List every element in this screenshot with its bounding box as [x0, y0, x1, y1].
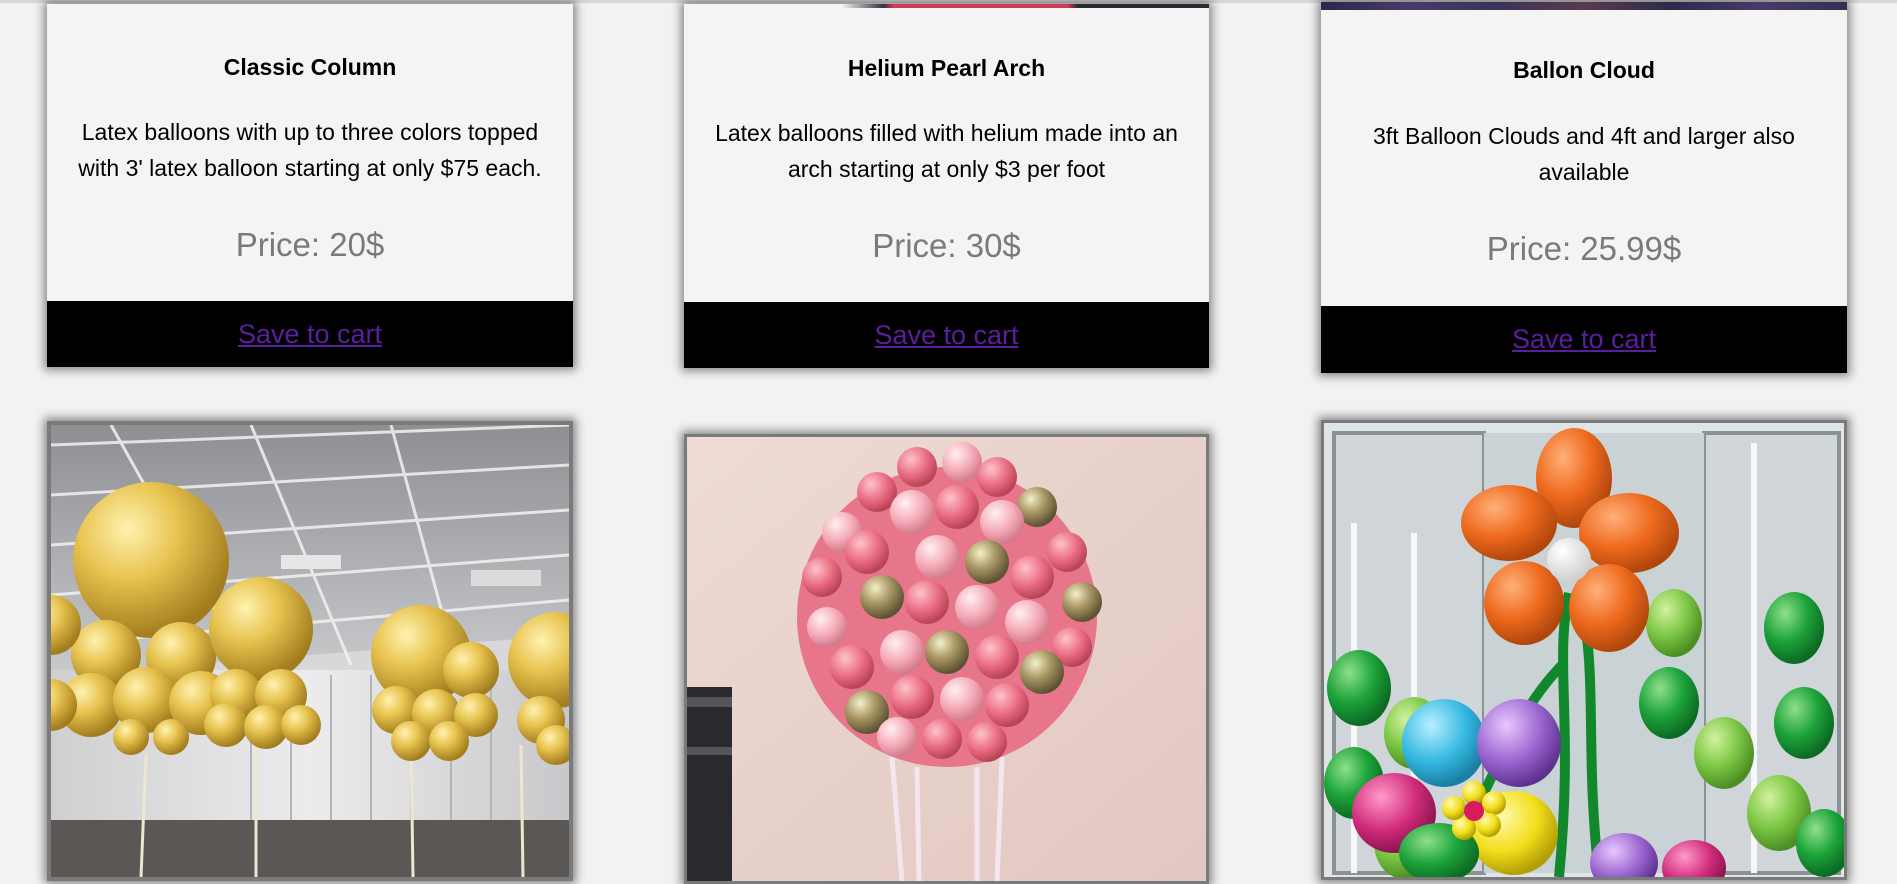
product-image-pink-gold-balloon-ball[interactable] [684, 434, 1209, 884]
product-image-gold-balloon-columns[interactable] [47, 421, 573, 881]
product-price: Price: 20$ [235, 226, 385, 263]
cart-bar: Save to cart [1321, 306, 1847, 373]
balloon-flower-bouquet-illustration [1324, 423, 1844, 877]
product-title: Helium Pearl Arch [847, 55, 1046, 81]
gold-balloon-columns-illustration [51, 425, 569, 877]
product-title: Ballon Cloud [1513, 57, 1655, 83]
product-description: 3ft Balloon Clouds and 4ft and larger al… [1373, 123, 1795, 185]
product-title: Classic Column [223, 54, 397, 80]
photo-edge-strip [1321, 2, 1847, 10]
product-description: Latex balloons filled with helium made i… [715, 120, 1178, 182]
product-card-helium-pearl-arch: Helium Pearl Arch Latex balloons filled … [684, 4, 1209, 368]
product-image-balloon-flower-bouquet[interactable] [1321, 420, 1847, 880]
product-price: Price: 25.99$ [1486, 230, 1682, 267]
cart-bar: Save to cart [684, 302, 1209, 368]
product-price: Price: 30$ [872, 227, 1021, 264]
cart-bar: Save to cart [47, 301, 573, 367]
product-card-classic-column: Classic Column Latex balloons with up to… [47, 4, 573, 367]
save-to-cart-link[interactable]: Save to cart [874, 320, 1018, 351]
product-card-ballon-cloud: Ballon Cloud 3ft Balloon Clouds and 4ft … [1321, 2, 1847, 373]
product-description: Latex balloons with up to three colors t… [78, 119, 542, 181]
save-to-cart-link[interactable]: Save to cart [238, 319, 382, 350]
photo-edge-strip [684, 4, 1209, 8]
pink-gold-balloon-ball-illustration [687, 437, 1206, 881]
save-to-cart-link[interactable]: Save to cart [1512, 324, 1656, 355]
